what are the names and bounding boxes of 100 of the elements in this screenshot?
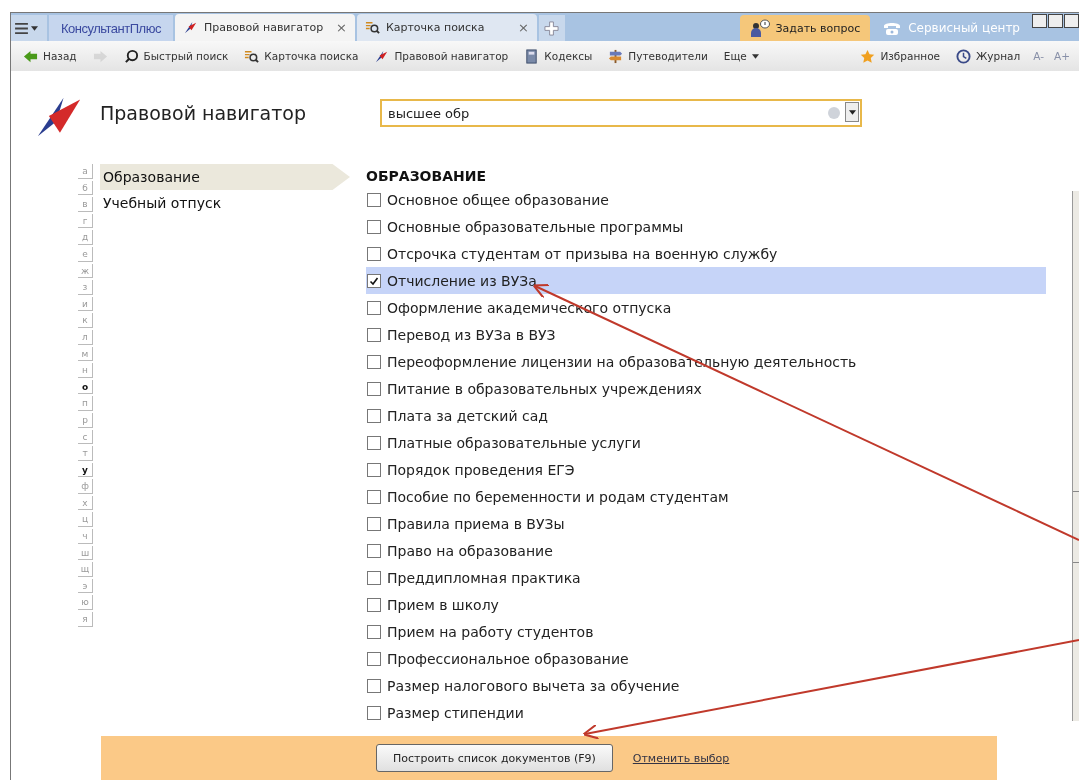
dropdown-button[interactable] (845, 102, 859, 122)
scrollbar[interactable] (1072, 191, 1079, 721)
item-label: Основные образовательные программы (387, 218, 684, 235)
section-heading: ОБРАЗОВАНИЕ (366, 167, 488, 186)
item-label: Правила приема в ВУЗы (387, 515, 565, 532)
checklist-item[interactable]: Питание в образовательных учреждениях (366, 375, 1046, 402)
checkbox[interactable] (367, 489, 381, 504)
checkbox[interactable] (367, 435, 381, 450)
checklist-item[interactable]: Прием на работу студентов (366, 618, 1046, 645)
category-item[interactable]: Учебный отпуск (100, 190, 350, 216)
alphabet-letter[interactable]: у (78, 462, 93, 478)
item-label: Размер стипендии (387, 704, 524, 721)
checkbox[interactable] (367, 651, 381, 666)
checkbox[interactable] (367, 300, 381, 315)
toolbar-button[interactable]: Кодексы (518, 48, 599, 64)
checklist-item[interactable]: Профессиональное образование (366, 645, 1046, 672)
item-label: Порядок проведения ЕГЭ (387, 461, 575, 478)
checkbox[interactable] (367, 516, 381, 531)
item-label: Платные образовательные услуги (387, 434, 641, 451)
plus-icon (544, 20, 560, 36)
checkbox[interactable] (367, 570, 381, 585)
person-question-icon (749, 19, 770, 37)
checklist-item[interactable]: Платные образовательные услуги (366, 429, 1046, 456)
build-list-button[interactable]: Построить список документов (F9) (376, 744, 613, 772)
search-field[interactable]: высшее обр (380, 99, 862, 127)
toolbar-button[interactable]: Журнал (950, 48, 1027, 64)
clock-icon (956, 48, 972, 64)
item-label: Профессиональное образование (387, 650, 629, 667)
checklist-item[interactable]: Перевод из ВУЗа в ВУЗ (366, 321, 1046, 348)
menu-icon (15, 22, 28, 34)
checklist-item[interactable]: Пособие по беременности и родам студентам (366, 483, 1046, 510)
item-label: Пособие по беременности и родам студентам (387, 488, 729, 505)
category-item[interactable]: Образование (100, 164, 350, 190)
ask-question-button[interactable]: Задать вопрос (739, 15, 871, 41)
close-icon[interactable]: × (336, 20, 347, 35)
checkbox[interactable] (367, 408, 381, 423)
item-label: Отсрочка студентам от призыва на военную службу (387, 245, 778, 262)
search-card-icon (244, 48, 260, 64)
toolbar-button[interactable]: Назад (17, 48, 83, 64)
toolbar-button[interactable]: Правовой навигатор (368, 48, 515, 64)
item-label: Основное общее образование (387, 191, 609, 208)
flag-icon (182, 20, 198, 35)
item-label: Преддипломная практика (387, 569, 581, 586)
search-card-icon (364, 20, 380, 35)
search-icon (123, 48, 139, 64)
tab-label: Карточка поиска (385, 21, 486, 34)
checkbox[interactable] (367, 543, 381, 558)
checkbox[interactable] (367, 192, 381, 207)
alphabet-letter[interactable]: о (78, 379, 93, 395)
checklist-item[interactable]: Отчисление из ВУЗа (366, 267, 1046, 294)
checkbox[interactable] (367, 597, 381, 612)
item-label: Перевод из ВУЗа в ВУЗ (387, 326, 556, 343)
checkbox[interactable] (367, 624, 381, 639)
checklist-item[interactable]: Плата за детский сад (366, 402, 1046, 429)
item-label: Право на образование (387, 542, 553, 559)
checklist-item[interactable]: Размер налогового вычета за обучение (366, 672, 1046, 699)
checklist-item[interactable]: Право на образование (366, 537, 1046, 564)
caret-icon (31, 25, 38, 31)
brand-logo-text: КонсультантПлюс (49, 15, 173, 41)
checkbox[interactable] (367, 381, 381, 396)
item-label: Прием на работу студентов (387, 623, 594, 640)
toolbar-button[interactable]: Быстрый поиск (117, 48, 235, 64)
checkbox[interactable] (367, 327, 381, 342)
toolbar-button[interactable]: Путеводители (602, 48, 714, 64)
toolbar-button[interactable]: Избранное (854, 48, 947, 64)
checklist-item[interactable]: Преддипломная практика (366, 564, 1046, 591)
book-icon (524, 48, 540, 64)
checkbox[interactable] (367, 273, 381, 288)
checkbox[interactable] (367, 462, 381, 477)
item-label: Питание в образовательных учреждениях (387, 380, 702, 397)
window-controls-drawing[interactable] (1032, 14, 1079, 28)
page-title: Правовой навигатор (100, 102, 307, 124)
back-arrow-icon (23, 48, 38, 64)
tab-label: Правовой навигатор (203, 21, 325, 34)
item-label: Отчисление из ВУЗа (387, 272, 537, 289)
caret-icon (848, 109, 856, 115)
close-icon[interactable]: × (518, 20, 529, 35)
new-tab-button[interactable] (538, 15, 565, 41)
star-icon (860, 48, 876, 64)
checkbox[interactable] (367, 678, 381, 693)
checklist-item[interactable]: Правила приема в ВУЗы (366, 510, 1046, 537)
checklist-item[interactable]: Порядок проведения ЕГЭ (366, 456, 1046, 483)
tab[interactable]: Карточка поиска × (356, 14, 537, 41)
checkbox[interactable] (367, 705, 381, 720)
checkbox[interactable] (367, 354, 381, 369)
caret-icon (751, 53, 759, 59)
checklist-item[interactable]: Размер стипендии (366, 699, 1046, 723)
signpost-icon (608, 48, 624, 64)
checklist-item[interactable]: Основные образовательные программы (366, 213, 1046, 240)
checkbox[interactable] (367, 246, 381, 261)
checklist-item[interactable]: Прием в школу (366, 591, 1046, 618)
checklist-item[interactable]: Основное общее образование (366, 186, 1046, 213)
toolbar-button[interactable]: Карточка поиска (238, 48, 365, 64)
checklist-item[interactable]: Отсрочка студентам от призыва на военную службу (366, 240, 1046, 267)
cancel-selection-link[interactable]: Отменить выбор (632, 751, 730, 765)
item-label: Прием в школу (387, 596, 499, 613)
checkbox[interactable] (367, 219, 381, 234)
toolbar-button[interactable]: Еще (717, 50, 765, 62)
menu-button[interactable] (11, 15, 47, 41)
tab[interactable]: Правовой навигатор × (174, 14, 355, 41)
